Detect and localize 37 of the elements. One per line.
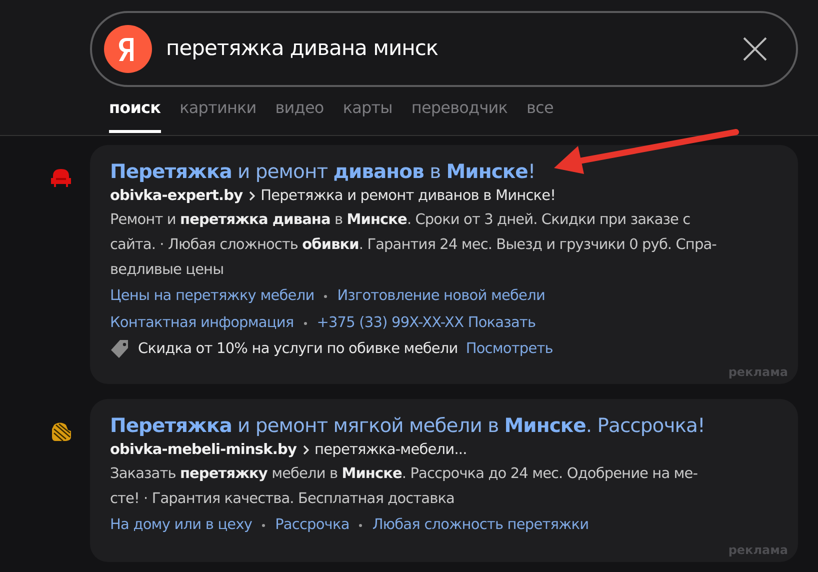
search-bar[interactable]: перетяжка дивана минск xyxy=(90,11,798,87)
sitelink[interactable]: Любая сложность перетяжки xyxy=(372,513,589,538)
armchair-icon xyxy=(50,168,72,188)
result-path[interactable]: перетяжка-мебели... xyxy=(314,439,467,461)
sitelink[interactable]: Рассрочка xyxy=(275,513,350,538)
search-query[interactable]: перетяжка дивана минск xyxy=(166,33,728,65)
offer-text: Скидка от 10% на услуги по обивке мебели xyxy=(138,340,458,359)
description-line: ведливые цены xyxy=(110,261,224,280)
sitelink[interactable]: Изготовление новой мебели xyxy=(337,284,545,309)
description-line: сте! · Гарантия качества. Бесплатная доставка xyxy=(110,490,454,509)
description-line: Заказать перетяжку мебели в Минске. Рассрочка до 24 мес. Одобрение на ме- xyxy=(110,465,698,484)
result-title[interactable]: Перетяжка и ремонт мягкой мебели в Минске. Рассрочка! xyxy=(110,413,705,439)
description-line: сайта. · Любая сложность обивки. Гарантия 24 мес. Выезд и грузчики 0 руб. Спра- xyxy=(110,236,716,255)
separator-dot xyxy=(262,524,266,527)
sitelink[interactable]: Контактная информация xyxy=(110,311,294,336)
logo-icon[interactable] xyxy=(104,25,152,73)
close-icon[interactable] xyxy=(742,36,768,62)
description-line: Ремонт и перетяжка дивана в Минске. Сроки от 3 дней. Скидки при заказе с xyxy=(110,211,690,230)
result-domain[interactable]: obivka-expert.by xyxy=(110,185,243,207)
favicon-icon xyxy=(50,420,72,443)
sitelink[interactable]: На дому или в цеху xyxy=(110,513,252,538)
tab[interactable]: поиск xyxy=(109,96,161,133)
tag-icon xyxy=(110,339,130,359)
result-path[interactable]: Перетяжка и ремонт диванов в Минске! xyxy=(260,185,556,207)
tab[interactable]: все xyxy=(526,96,554,133)
tab[interactable]: переводчик xyxy=(411,96,508,133)
separator-dot xyxy=(359,524,362,527)
result-domain[interactable]: obivka-mebeli-minsk.by xyxy=(110,439,297,461)
sitelink[interactable]: +375 (33) 99X-XX-XX Показать xyxy=(316,311,536,336)
result-title[interactable]: Перетяжка и ремонт диванов в Минске! xyxy=(110,159,536,185)
separator-dot xyxy=(324,295,328,298)
separator-dot xyxy=(304,322,307,325)
offer-link[interactable]: Посмотреть xyxy=(466,336,553,362)
tab[interactable]: видео xyxy=(275,96,324,133)
tab[interactable]: картинки xyxy=(180,96,256,133)
tab[interactable]: карты xyxy=(342,96,392,133)
sitelink[interactable]: Цены на перетяжку мебели xyxy=(110,284,314,309)
